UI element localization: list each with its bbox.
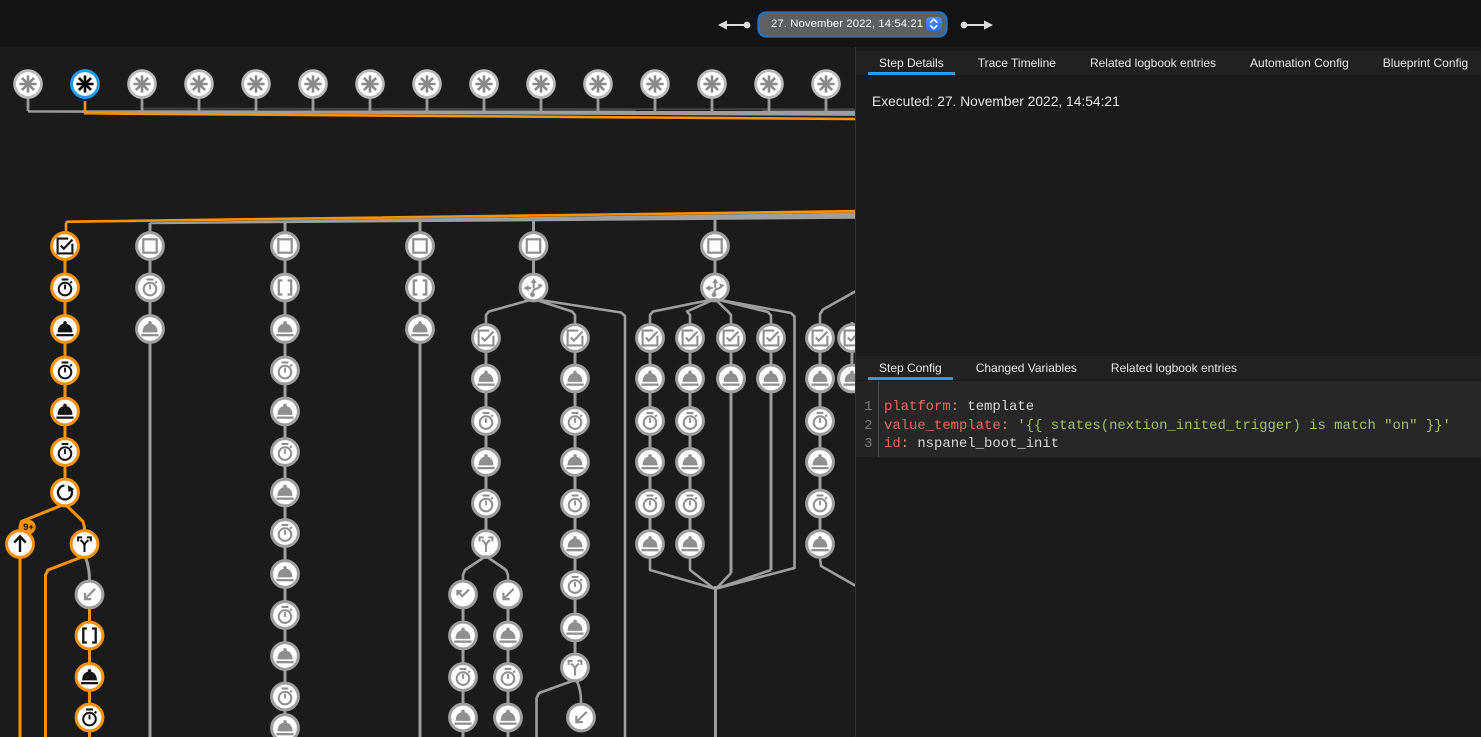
svg-text:9+: 9+ bbox=[23, 522, 34, 533]
